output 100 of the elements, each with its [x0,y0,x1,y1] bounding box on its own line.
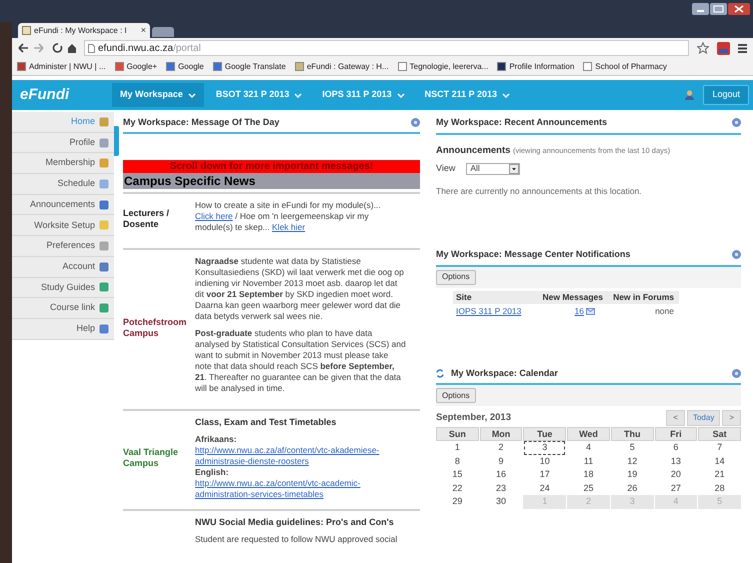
day-cell[interactable]: 9 [480,454,522,468]
sidebar-item[interactable]: Schedule [12,174,114,195]
column-header: New in Forums [612,290,675,304]
weekday-header: Thu [610,427,654,441]
day-cell[interactable]: 14 [698,454,741,468]
link[interactable]: http://www.nwu.ac.za/af/content/vtc-akademiese-administrasie-dienste-roosters [195,444,407,466]
sidebar-item[interactable]: Course link [12,298,114,319]
day-cell[interactable]: 27 [654,482,698,495]
refresh-icon[interactable] [436,368,444,378]
bookmark[interactable]: Google [166,60,204,72]
day-cell[interactable]: 4 [567,441,610,454]
sidebar-item[interactable]: Account [12,256,114,278]
chevron-down-icon [188,92,196,98]
sidebar-item[interactable]: Worksite Setup [12,215,114,236]
bookmark[interactable]: eFundi : Gateway : H... [294,60,389,72]
star-icon[interactable] [697,42,709,54]
bookmark[interactable]: Google Translate [212,60,286,72]
page-icon [88,44,95,52]
sidebar-item[interactable]: Study Guides [12,278,114,298]
weekday-header: Sun [436,427,479,441]
options-button[interactable]: Options [436,388,476,403]
weekday-header: Wed [567,427,610,441]
options-button[interactable]: Options [436,270,476,284]
sidebar-item[interactable]: Help [12,318,114,340]
site-icon [294,62,304,71]
site-link[interactable]: IOPS 311 P 2013 [453,304,533,318]
day-cell[interactable]: 17 [523,468,566,482]
day-cell[interactable]: 16 [480,468,522,482]
site-icon [166,62,176,71]
day-cell[interactable]: 1 [436,441,479,454]
previous-button[interactable]: < [666,410,685,426]
day-cell[interactable]: 22 [436,482,479,495]
day-cell[interactable]: 19 [610,468,654,482]
bookmark[interactable]: Administer | NWU | ... [17,60,106,72]
sidebar-item[interactable]: Membership [12,153,114,174]
campus-label: Vaal Triangle Campus [123,447,180,469]
day-cell[interactable]: 5 [610,441,654,454]
url-path: /portal [173,42,201,56]
extension-icon[interactable] [717,42,730,54]
view-dropdown[interactable]: All [466,162,520,174]
close-tab-button[interactable]: × [140,26,146,35]
day-cell[interactable]: 24 [523,482,566,495]
paragraph: Nagraadse studente wat data by Statistiese Konsultasiediens (SKD) wil laat verwerk met die oog op indiening vir November 2013 moet asb. daarop let dat dit voor 21 September by SKD ingedien moet word. Daarna kan geen waarborg meer gelewer word dat die data betyds verwerk sal wees nie. [195,256,405,322]
day-cell[interactable]: 26 [610,482,654,495]
logout-button[interactable]: Logout [703,85,749,105]
day-cell[interactable]: 12 [610,454,654,468]
day-cell[interactable]: 28 [698,482,741,495]
site-icon [17,62,26,71]
day-cell[interactable]: 10 [523,454,566,468]
day-cell[interactable]: 18 [567,468,610,482]
collapse-handle[interactable] [114,126,119,156]
bookmark[interactable]: Google+ [114,60,158,72]
browser-tab[interactable]: eFundi : My Workspace : I × [18,23,150,38]
navigation-buttons-drawing[interactable] [18,42,76,54]
bookmark[interactable]: School of Pharmacy [583,60,667,72]
today-button[interactable]: Today [686,410,720,426]
column-header: New Messages [542,290,604,304]
month-title: September, 2013 [436,410,511,425]
day-cell[interactable]: 25 [567,482,610,495]
day-cell[interactable]: 13 [654,454,698,468]
next-button[interactable]: > [722,410,741,426]
sidebar-item[interactable]: Preferences [12,236,114,257]
chevron-down-icon [396,92,405,98]
weekday-header: Tue [523,427,566,441]
link[interactable]: Click here [195,210,233,220]
day-cell[interactable]: 20 [654,468,698,482]
site-icon [583,62,592,71]
link[interactable]: Klek hier [272,222,306,232]
window-controls-drawing[interactable] [692,3,750,17]
day-cell[interactable]: 7 [698,441,741,454]
menu-icon[interactable] [738,44,747,52]
day-cell[interactable]: 6 [654,441,698,454]
link[interactable]: http://www.nwu.ac.za/content/vtc-academic-administration-services-timetables [195,478,407,500]
day-cell[interactable]: 8 [436,454,479,468]
day-cell[interactable]: 3 [524,441,566,454]
column-header: Site [455,290,473,304]
content-heading: Class, Exam and Test Timetables [195,416,338,428]
site-icon [497,62,506,71]
text-line: Afrikaans: http://www.nwu.ac.za/af/content/vtc-akademiese-administrasie-dienste-roosters [195,434,407,466]
day-cell[interactable]: 30 [480,495,522,508]
weekday-header: Fri [654,427,698,441]
table-cell-text: none [654,304,675,318]
day-cell[interactable]: 21 [698,468,741,482]
address-field[interactable]: efundi.nwu.ac.za/portal [84,40,689,56]
day-cell[interactable]: 29 [436,495,479,508]
sidebar-item[interactable]: Announcements [12,194,114,216]
section-heading: Campus Specific News [123,172,420,188]
efundi-logo: eFundi [20,84,70,105]
site-tab[interactable]: My Workspace [112,83,204,107]
day-cell[interactable]: 15 [436,468,479,482]
paragraph: Student are requested to follow NWU approved social [195,534,398,544]
day-cell[interactable]: 11 [567,454,610,468]
sidebar-item[interactable]: Profile [12,132,114,154]
bookmark[interactable]: Profile Information [497,60,574,72]
bookmark[interactable]: Tegnologie, leererva... [398,60,488,72]
messages-link[interactable]: 16 [574,304,584,318]
day-cell[interactable]: 23 [480,482,522,495]
day-cell[interactable]: 2 [480,441,522,454]
url-host: efundi.nwu.ac.za [98,42,174,56]
panel-title: My Workspace: Message Center Notifications [436,248,632,261]
